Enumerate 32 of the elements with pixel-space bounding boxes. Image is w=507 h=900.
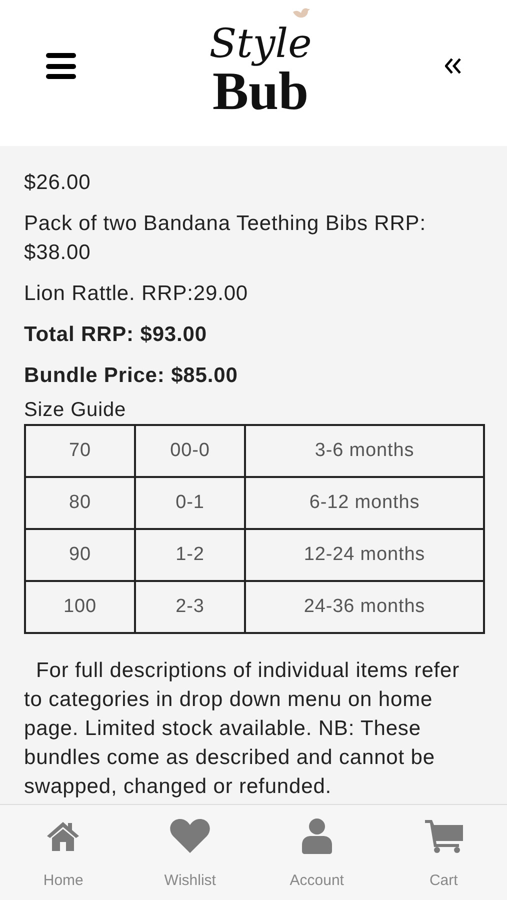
- heart-icon: [169, 818, 212, 854]
- table-cell: 00-0: [135, 425, 245, 477]
- price-summary-text: Total RRP: $93.00: [24, 322, 208, 348]
- table-cell: 0-1: [135, 477, 245, 529]
- table-cell: 70: [25, 425, 135, 477]
- menu-icon[interactable]: [46, 53, 76, 79]
- price-summary-text: Bundle Price: $85.00: [24, 363, 239, 389]
- table-cell: 6-12 months: [245, 477, 484, 529]
- product-line-text: Pack of two Bandana Teething Bibs RRP: $38.00: [24, 211, 427, 266]
- table-cell: 24-36 months: [245, 581, 484, 633]
- cart-icon: [424, 818, 463, 852]
- nav-tab[interactable]: Wishlist: [126, 805, 254, 900]
- table-cell: 12-24 months: [245, 529, 484, 581]
- user-icon: [302, 818, 332, 854]
- double-chevron-icon[interactable]: [444, 58, 461, 74]
- bird-icon: [292, 6, 310, 20]
- table-cell: 3-6 months: [245, 425, 484, 477]
- table-cell: 1-2: [135, 529, 245, 581]
- nav-tab[interactable]: Account: [254, 805, 380, 900]
- table-cell: 100: [25, 581, 135, 633]
- table-cell: 2-3: [135, 581, 245, 633]
- logo-script-text: Style: [209, 22, 312, 66]
- size-guide-title: Size Guide: [24, 398, 128, 423]
- product-line-text: $26.00: [24, 170, 92, 196]
- table-cell: 90: [25, 529, 135, 581]
- product-line-text: Lion Rattle. RRP:29.00: [24, 281, 250, 307]
- notice-paragraph: For full descriptions of individual items refer to categories in drop down menu on home page. Limited stock available. NB: These bundles come as described and cannot be swapped, changed or refunded.: [24, 658, 461, 800]
- table-cell: 80: [25, 477, 135, 529]
- logo-bold-text: Bub: [212, 66, 309, 116]
- home-icon: [45, 820, 82, 852]
- nav-tab[interactable]: Home: [0, 805, 127, 900]
- nav-tab[interactable]: Cart: [380, 805, 507, 900]
